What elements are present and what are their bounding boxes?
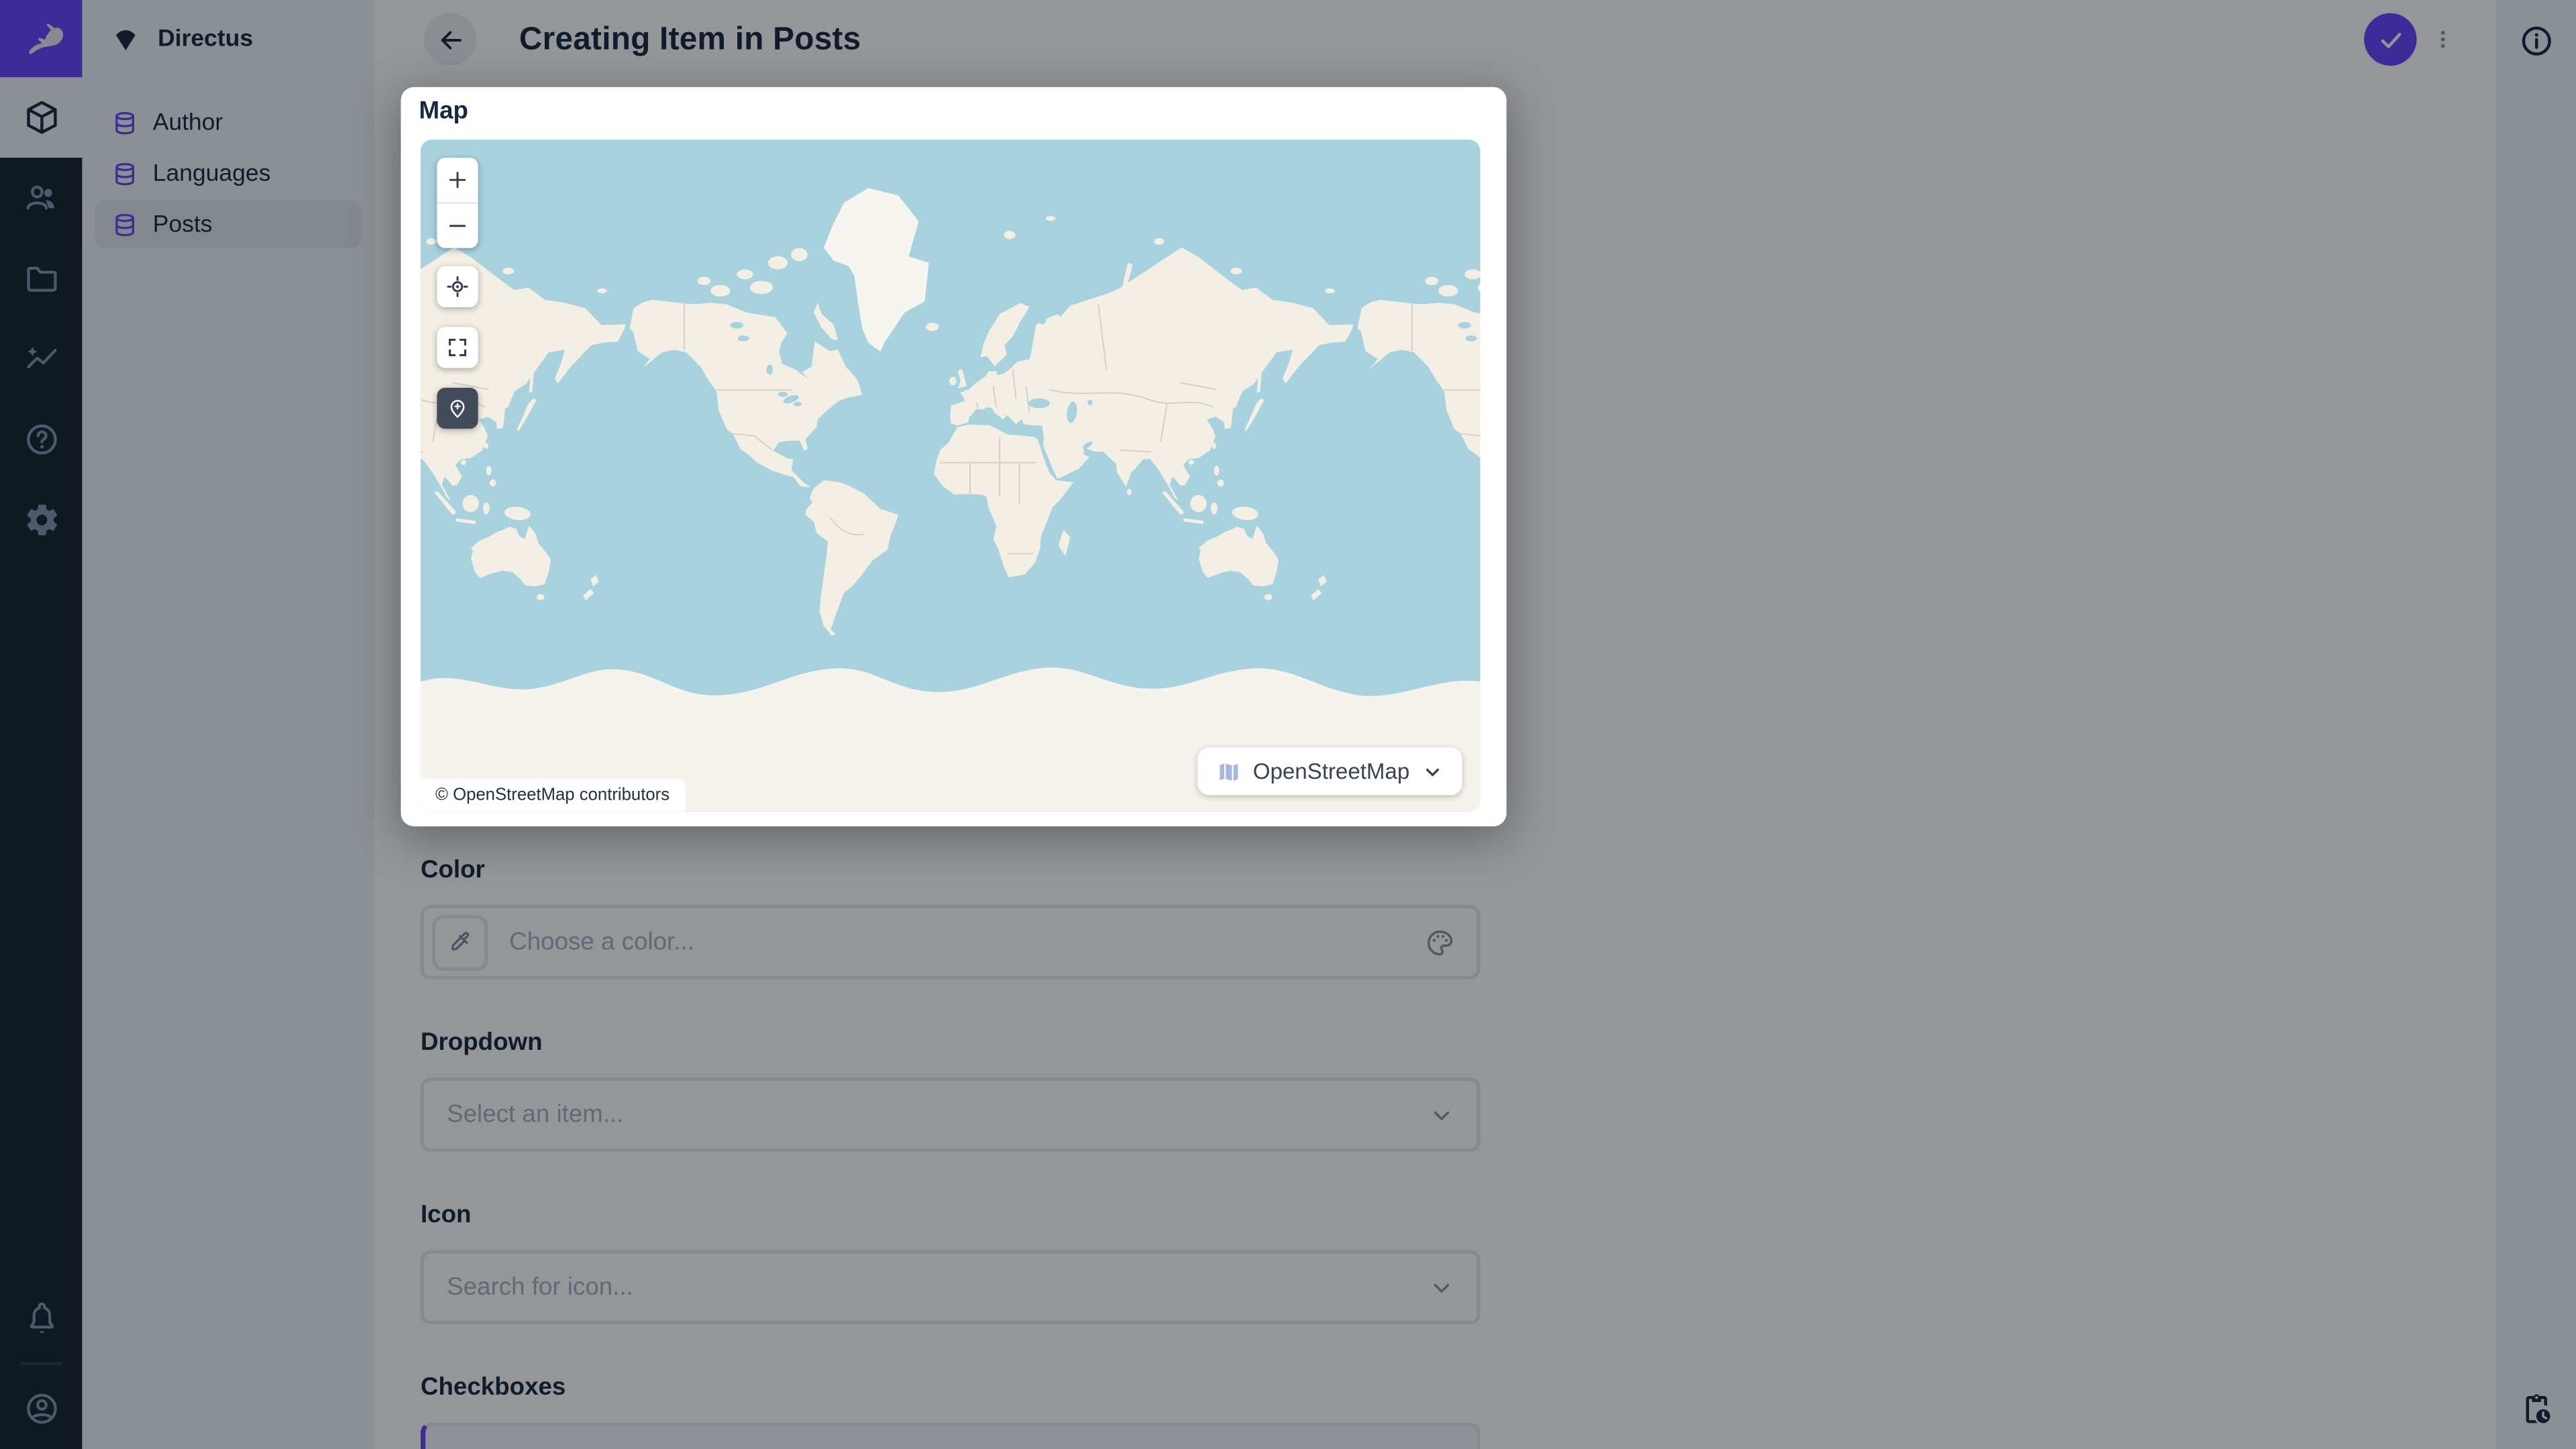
geolocate-button[interactable]	[437, 266, 478, 307]
fullscreen-icon	[449, 338, 467, 356]
map-canvas[interactable]: © OpenStreetMap contributors OpenStreetM…	[420, 140, 1481, 812]
chevron-down-icon	[1426, 767, 1440, 775]
map-zoom-controls	[437, 158, 478, 248]
map-attribution[interactable]: © OpenStreetMap contributors	[420, 778, 685, 812]
world-map	[420, 140, 1481, 812]
map-icon	[1219, 762, 1238, 781]
add-marker-button[interactable]	[437, 387, 478, 429]
map-field-label: Map	[419, 97, 468, 125]
geolocate-icon	[447, 276, 468, 297]
basemap-label: OpenStreetMap	[1252, 759, 1410, 784]
basemap-selector[interactable]: OpenStreetMap	[1197, 747, 1462, 796]
minus-icon	[449, 225, 466, 227]
zoom-in-button[interactable]	[437, 158, 478, 202]
app-window: Directus Author Languages Posts Creating…	[0, 0, 2576, 1449]
map-field-card: Map © OpenStreetMap contributors OpenStr…	[400, 87, 1507, 826]
zoom-out-button[interactable]	[437, 204, 478, 248]
pin-plus-icon	[450, 400, 465, 418]
fullscreen-button[interactable]	[437, 327, 478, 368]
plus-icon	[449, 171, 466, 189]
